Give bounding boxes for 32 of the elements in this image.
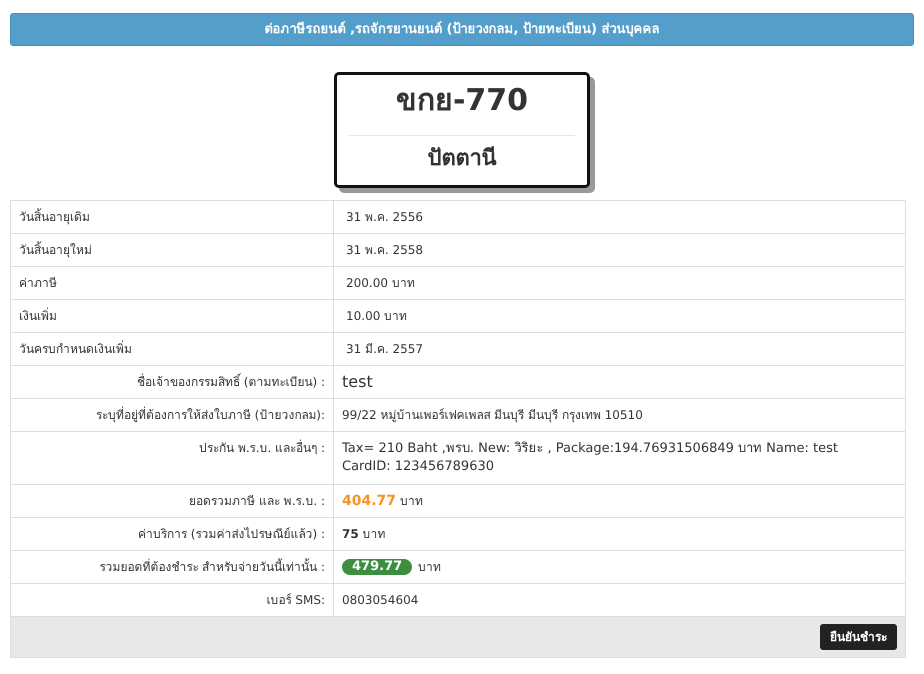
row-label: วันครบกำหนดเงินเพิ่ม <box>19 341 132 357</box>
plate-province: ปัตตานี <box>428 145 496 173</box>
amount-badge: 479.77 <box>342 559 412 575</box>
value-text: Tax= 210 Baht ,พรบ. New: วิริยะ , Package:194.76931506849 บาท Name: test <box>342 440 838 458</box>
row-label: ค่าภาษี <box>19 275 57 291</box>
plate-number: ขกย-770 <box>396 82 528 120</box>
value-text: 10.00 บาท <box>346 308 408 324</box>
row-label: ค่าบริการ (รวมค่าส่งไปรษณีย์แล้ว) : <box>138 526 325 542</box>
value-text: CardID: 123456789630 <box>342 458 496 476</box>
row-label: ชื่อเจ้าของกรรมสิทธิ์ (ตามทะเบียน) : <box>136 374 325 390</box>
row-label: เงินเพิ่ม <box>19 308 57 324</box>
value-text: 99/22 หมู่บ้านเพอร์เฟคเพลส มีนบุรี มีนบุรี กรุงเทพ 10510 <box>342 407 643 423</box>
unit-text: บาท <box>362 526 386 542</box>
confirm-button[interactable]: ยืนยันชำระ <box>820 624 897 650</box>
row-label: วันสิ้นอายุใหม่ <box>19 242 92 258</box>
row-label: ยอดรวมภาษี และ พ.ร.บ. : <box>189 493 325 509</box>
row-label: วันสิ้นอายุเดิม <box>19 209 90 225</box>
value-text: 31 พ.ค. 2556 <box>346 209 424 225</box>
page-header: ต่อภาษีรถยนต์ ,รถจักรยานยนต์ (ป้ายวงกลม, ป้ายทะเบียน) ส่วนบุคคล <box>10 13 914 46</box>
value-text: 0803054604 <box>342 592 418 608</box>
total-amount: 404.77 <box>342 493 396 509</box>
row-label: ประกัน พ.ร.บ. และอื่นๆ : <box>199 440 325 456</box>
fee-amount: 75 <box>342 526 359 542</box>
unit-text: บาท <box>400 493 424 509</box>
row-label: รวมยอดที่ต้องชำระ สำหรับจ่ายวันนี้เท่านั้น : <box>99 559 325 575</box>
unit-text: บาท <box>418 559 442 575</box>
value-text: test <box>342 374 373 390</box>
row-label: เบอร์ SMS: <box>266 592 325 608</box>
value-text: 31 มี.ค. 2557 <box>346 341 424 357</box>
value-text: 200.00 บาท <box>346 275 415 291</box>
value-text: 31 พ.ค. 2558 <box>346 242 424 258</box>
row-label: ระบุที่อยู่ที่ต้องการให้ส่งใบภาษี (ป้ายวงกลม): <box>96 407 325 423</box>
